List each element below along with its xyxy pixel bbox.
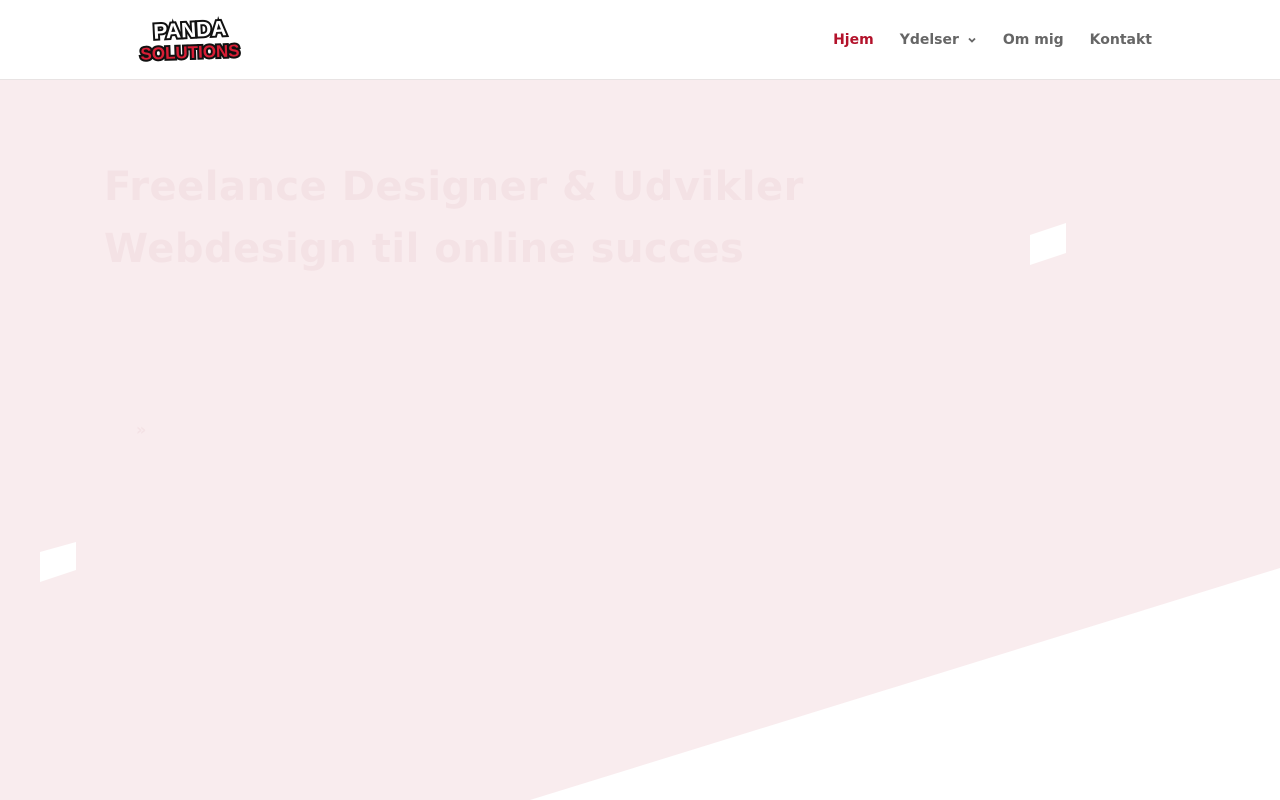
logo-text-solutions: SOLUTIONS: [140, 41, 240, 63]
panda-solutions-logo[interactable]: PANDA SOLUTIONS: [131, 16, 249, 63]
nav-item-hjem[interactable]: Hjem: [833, 32, 874, 48]
hero-title-line2: Webdesign til online succes: [104, 226, 745, 272]
nav-item-om-mig[interactable]: Om mig: [1003, 32, 1064, 48]
hero-arrow-mark: »: [136, 420, 147, 439]
nav-item-label: Kontakt: [1089, 31, 1152, 48]
chevron-down-icon: [968, 37, 976, 43]
nav-item-label: Ydelser: [899, 31, 959, 48]
site-header: PANDA SOLUTIONS Hjem Ydelser Om mig Kont…: [0, 0, 1280, 80]
decorative-shape: [1030, 223, 1066, 265]
decorative-shape: [40, 542, 76, 582]
hero-title-line1: Freelance Designer & Udvikler: [104, 164, 804, 210]
nav-item-kontakt[interactable]: Kontakt: [1090, 32, 1152, 48]
hero-title: Freelance Designer & Udvikler Webdesign …: [104, 156, 804, 280]
nav-item-label: Om mig: [1002, 31, 1064, 48]
main-nav: Hjem Ydelser Om mig Kontakt: [833, 0, 1152, 79]
nav-item-ydelser[interactable]: Ydelser: [900, 32, 977, 48]
logo-text-panda: PANDA: [153, 17, 227, 44]
hero-section: Freelance Designer & Udvikler Webdesign …: [0, 80, 1280, 800]
nav-item-label: Hjem: [833, 31, 874, 48]
